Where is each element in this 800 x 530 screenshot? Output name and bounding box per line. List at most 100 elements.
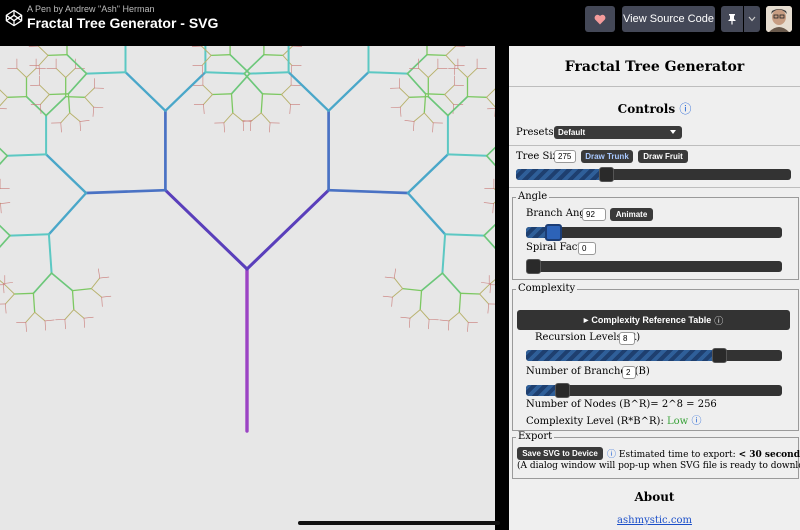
info-icon[interactable]: ⓘ	[607, 450, 616, 460]
tree-branch	[84, 96, 95, 108]
tree-branch	[66, 53, 88, 75]
view-source-button[interactable]: View Source Code	[622, 6, 715, 32]
tree-branch	[71, 289, 75, 311]
tree-branch	[101, 296, 103, 307]
tree-branch	[419, 309, 430, 320]
tree-branch	[427, 67, 439, 78]
save-svg-button[interactable]: Save SVG to Device	[517, 447, 603, 460]
tree-size-input[interactable]: 275	[554, 150, 576, 163]
info-icon[interactable]: ⓘ	[691, 416, 701, 427]
recursion-levels-thumb[interactable]	[711, 348, 727, 363]
tree-branch	[229, 53, 251, 75]
panel-title: Fractal Tree Generator	[564, 59, 745, 75]
about-link[interactable]: ashmystic.com	[509, 515, 800, 526]
info-icon[interactable]: ⓘ	[679, 102, 691, 116]
spiral-factor-slider[interactable]	[526, 261, 782, 272]
tree-branch	[492, 203, 494, 214]
tree-branch	[399, 87, 410, 98]
tree-branch	[483, 202, 494, 204]
tree-branch	[250, 121, 252, 131]
branch-angle-input[interactable]: 92	[582, 208, 606, 221]
pin-button[interactable]	[721, 6, 743, 32]
tree-branch	[445, 54, 456, 66]
tree-branch	[448, 311, 460, 322]
tree-branch	[39, 84, 50, 95]
presets-select[interactable]: Default	[554, 126, 682, 139]
tree-branch	[393, 277, 404, 290]
pen-author[interactable]: A Pen by Andrew "Ash" Herman	[27, 4, 154, 14]
tree-branch	[479, 293, 490, 305]
tree-branch	[242, 121, 244, 131]
tree-branch	[210, 54, 231, 57]
tree-branch	[201, 64, 204, 75]
tree-size-slider[interactable]	[516, 169, 791, 180]
tree-branch	[457, 67, 468, 78]
tree-branch	[490, 279, 495, 284]
tree-branch	[40, 104, 42, 114]
number-of-branches-thumb[interactable]	[554, 383, 570, 398]
tree-branch	[367, 71, 409, 75]
spiral-factor-input[interactable]: 0	[578, 242, 596, 255]
complexity-reference-table-button[interactable]: ▶ Complexity Reference Table ⓘ	[517, 310, 790, 330]
tree-branch	[124, 71, 167, 112]
branch-angle-thumb[interactable]	[545, 224, 563, 241]
tree-branch	[441, 233, 447, 275]
tree-branch	[458, 292, 462, 313]
user-avatar[interactable]	[766, 6, 792, 32]
tree-branch	[47, 54, 68, 57]
tree-branch	[4, 284, 15, 295]
tree-size-thumb[interactable]	[599, 167, 615, 182]
tree-branch	[64, 309, 75, 320]
tree-branch	[406, 72, 427, 95]
tree-branch	[0, 203, 2, 214]
tree-branch	[282, 54, 293, 66]
tree-branch	[0, 89, 8, 98]
tree-branch	[98, 268, 100, 279]
tree-branch	[0, 154, 9, 166]
tree-branch	[84, 188, 167, 195]
tree-canvas[interactable]	[0, 46, 495, 530]
tree-branch	[260, 93, 264, 114]
tree-branch	[406, 53, 428, 75]
tree-branch	[44, 319, 55, 322]
tree-branch	[47, 191, 88, 236]
tree-branch	[85, 71, 127, 75]
tree-branch	[232, 112, 244, 122]
draw-fruit-button[interactable]: Draw Fruit	[638, 150, 688, 163]
tree-branch	[281, 84, 292, 95]
branch-angle-slider[interactable]	[526, 227, 782, 238]
tree-branch	[281, 94, 291, 105]
number-of-branches-input[interactable]: 2	[622, 366, 636, 379]
spiral-factor-thumb[interactable]	[526, 259, 541, 274]
avatar-image	[766, 6, 792, 32]
tree-branch	[71, 287, 93, 292]
tree-branch	[406, 191, 447, 236]
tree-branch	[263, 54, 284, 57]
tree-branch	[391, 296, 393, 307]
tree-branch	[419, 289, 423, 311]
animate-button[interactable]: Animate	[610, 208, 653, 221]
recursion-levels-input[interactable]: 8	[619, 332, 635, 345]
tree-branch	[0, 234, 11, 248]
tree-branch	[0, 147, 9, 157]
tree-branch	[44, 320, 46, 331]
tree-branch	[423, 112, 434, 124]
draw-trunk-button[interactable]: Draw Trunk	[581, 150, 633, 163]
codepen-logo-icon[interactable]	[5, 9, 23, 27]
tree-branch	[408, 317, 411, 328]
tree-branch	[485, 146, 495, 157]
tree-branch	[60, 122, 62, 133]
tree-branch	[201, 54, 212, 66]
pin-menu-button[interactable]	[744, 6, 760, 32]
tree-branch	[203, 104, 205, 114]
tree-branch	[25, 321, 27, 332]
heart-button[interactable]	[585, 6, 615, 32]
tree-branch	[164, 71, 207, 112]
tree-branch	[446, 153, 488, 157]
heart-icon	[594, 14, 606, 24]
recursion-levels-slider[interactable]	[526, 350, 782, 361]
tree-branch	[0, 202, 2, 205]
export-estimate: ⓘ Estimated time to export: < 30 seconds	[607, 450, 800, 460]
tree-branch	[483, 223, 495, 237]
tree-branch	[6, 95, 28, 98]
